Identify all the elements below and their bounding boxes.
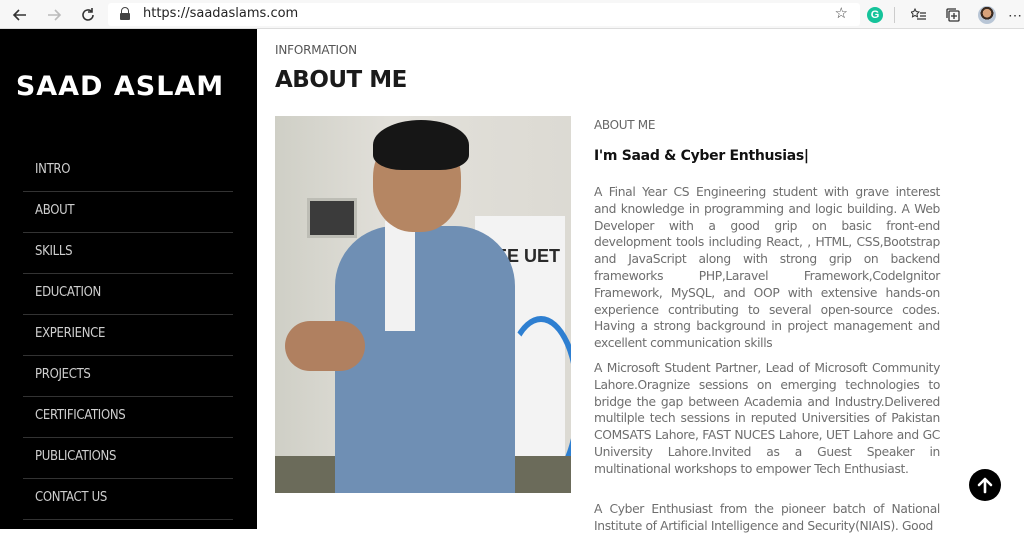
browser-toolbar: https://saadaslams.com ☆ G ⋯: [0, 0, 1024, 29]
favorites-list-icon[interactable]: [909, 5, 929, 25]
address-bar[interactable]: https://saadaslams.com ☆: [108, 3, 860, 26]
sidebar-item-skills[interactable]: SKILLS: [23, 233, 233, 274]
more-menu-icon[interactable]: ⋯: [1005, 5, 1024, 25]
sidebar-item-education[interactable]: EDUCATION: [23, 274, 233, 315]
sidebar: SAAD ASLAM INTRO ABOUT SKILLS EDUCATION …: [0, 29, 257, 529]
sidebar-item-certifications[interactable]: CERTIFICATIONS: [23, 397, 233, 438]
about-paragraph: A Cyber Enthusiast from the pioneer batc…: [594, 502, 940, 533]
sidebar-menu: INTRO ABOUT SKILLS EDUCATION EXPERIENCE …: [23, 151, 233, 520]
about-paragraph: A Microsoft Student Partner, Lead of Mic…: [594, 361, 940, 476]
favorite-star-icon[interactable]: ☆: [835, 4, 848, 22]
about-subheading: ABOUT ME: [594, 118, 656, 132]
url-text[interactable]: https://saadaslams.com: [143, 6, 298, 21]
sidebar-item-contact-us[interactable]: CONTACT US: [23, 479, 233, 520]
scroll-to-top-button[interactable]: [969, 469, 1001, 501]
sidebar-item-experience[interactable]: EXPERIENCE: [23, 315, 233, 356]
about-tagline: I'm Saad & Cyber Enthusias|: [594, 148, 809, 164]
arrow-up-icon: [977, 477, 993, 494]
profile-photo: EE UET: [275, 116, 571, 493]
forward-icon[interactable]: [44, 5, 64, 25]
refresh-icon[interactable]: [78, 5, 98, 25]
page-title: ABOUT ME: [275, 67, 407, 93]
section-label: INFORMATION: [275, 43, 357, 57]
about-paragraph: A Final Year CS Engineering student with…: [594, 185, 940, 351]
collections-icon[interactable]: [943, 5, 963, 25]
lock-icon: [120, 7, 130, 20]
toolbar-divider: [894, 7, 895, 23]
sidebar-item-publications[interactable]: PUBLICATIONS: [23, 438, 233, 479]
site-brand[interactable]: SAAD ASLAM: [0, 71, 240, 102]
sidebar-item-about[interactable]: ABOUT: [23, 192, 233, 233]
profile-avatar[interactable]: [977, 5, 997, 25]
sidebar-item-projects[interactable]: PROJECTS: [23, 356, 233, 397]
main-content: INFORMATION ABOUT ME EE UET ABOUT ME I'm…: [257, 29, 1024, 533]
grammarly-icon[interactable]: G: [865, 5, 885, 25]
sidebar-item-intro[interactable]: INTRO: [23, 151, 233, 192]
back-icon[interactable]: [10, 5, 30, 25]
